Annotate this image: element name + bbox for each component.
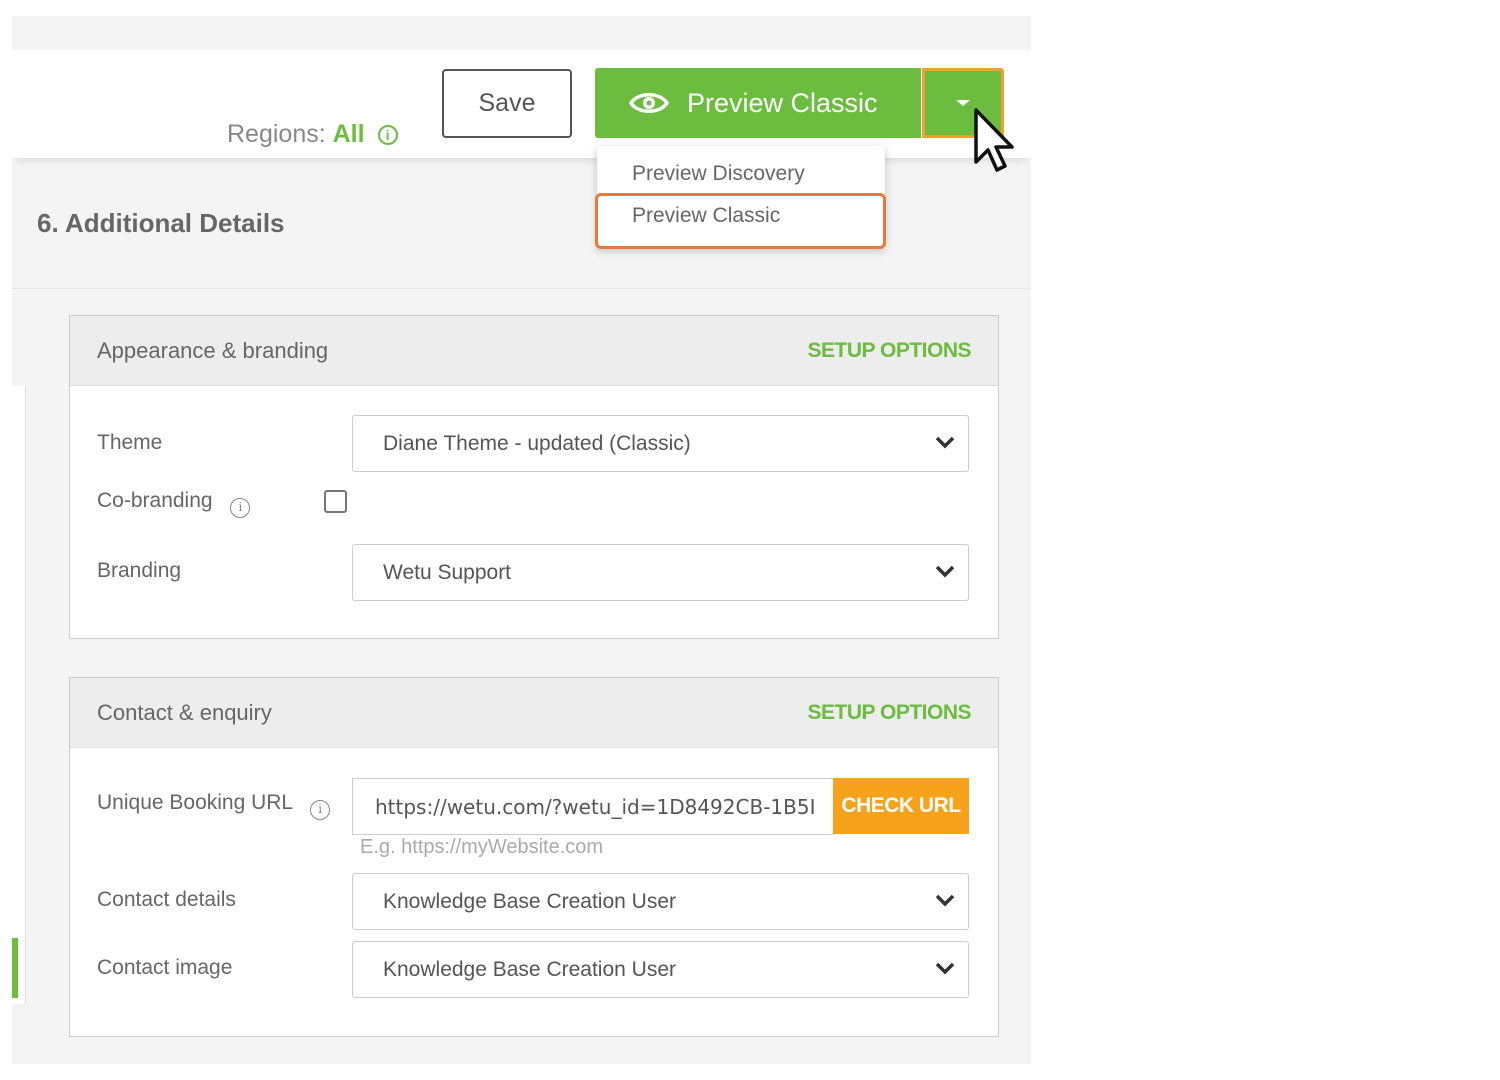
- check-url-button[interactable]: CHECK URL: [833, 778, 969, 834]
- chevron-down-icon: [935, 436, 955, 449]
- sidebar-active-indicator: [12, 938, 18, 998]
- booking-url-hint: E.g. https://myWebsite.com: [360, 836, 604, 858]
- cobranding-checkbox[interactable]: [324, 490, 347, 513]
- menu-item-preview-discovery[interactable]: Preview Discovery: [632, 162, 805, 186]
- info-icon[interactable]: i: [377, 125, 398, 145]
- regions-indicator: Regions: All i: [227, 120, 398, 149]
- booking-url-input[interactable]: https://wetu.com/?wetu_id=1D8492CB-1B5I: [352, 778, 834, 835]
- info-icon[interactable]: i: [230, 498, 251, 518]
- app-frame: Regions: All i Save Preview Classic Prev…: [12, 16, 1031, 1064]
- branding-label: Branding: [97, 559, 182, 582]
- preview-classic-label: Preview Classic: [687, 87, 878, 118]
- cobranding-label: Co-branding i: [97, 489, 251, 518]
- setup-options-link[interactable]: SETUP OPTIONS: [808, 339, 972, 363]
- appearance-branding-panel: Appearance & branding SETUP OPTIONS Them…: [69, 315, 999, 639]
- contact-enquiry-panel: Contact & enquiry SETUP OPTIONS Unique B…: [69, 677, 999, 1037]
- branding-select-value: Wetu Support: [383, 560, 512, 584]
- preview-dropdown-menu: Preview Discovery Preview Classic: [597, 146, 885, 248]
- top-toolbar: Regions: All i Save Preview Classic: [12, 50, 1031, 158]
- branding-select[interactable]: Wetu Support: [352, 544, 969, 601]
- menu-item-preview-classic[interactable]: Preview Classic: [632, 204, 780, 228]
- theme-label: Theme: [97, 431, 163, 454]
- panel-header: Appearance & branding SETUP OPTIONS: [70, 316, 998, 386]
- panel-header: Contact & enquiry SETUP OPTIONS: [70, 678, 998, 748]
- booking-url-label-text: Unique Booking URL: [97, 791, 293, 814]
- contact-details-select[interactable]: Knowledge Base Creation User: [352, 873, 969, 930]
- chevron-down-icon: [935, 894, 955, 907]
- mouse-cursor-icon: [974, 108, 1014, 172]
- regions-label: Regions:: [227, 120, 326, 148]
- theme-select-value: Diane Theme - updated (Classic): [383, 431, 691, 455]
- left-sidebar-edge: [12, 386, 26, 1004]
- divider: [12, 288, 1031, 289]
- contact-details-value: Knowledge Base Creation User: [383, 889, 676, 913]
- booking-url-label: Unique Booking URL i: [97, 791, 331, 820]
- caret-down-icon: [956, 100, 970, 106]
- theme-select[interactable]: Diane Theme - updated (Classic): [352, 415, 969, 472]
- contact-details-label: Contact details: [97, 888, 236, 911]
- contact-image-label: Contact image: [97, 956, 233, 979]
- panel-title: Appearance & branding: [97, 337, 329, 363]
- contact-image-value: Knowledge Base Creation User: [383, 957, 676, 981]
- contact-image-select[interactable]: Knowledge Base Creation User: [352, 941, 969, 998]
- info-icon[interactable]: i: [310, 800, 331, 820]
- eye-icon: [629, 93, 669, 113]
- section-title: 6. Additional Details: [37, 208, 285, 238]
- save-button[interactable]: Save: [442, 69, 572, 138]
- regions-value[interactable]: All: [333, 120, 365, 148]
- panel-title: Contact & enquiry: [97, 699, 272, 725]
- preview-classic-button[interactable]: Preview Classic: [595, 68, 921, 138]
- chevron-down-icon: [935, 565, 955, 578]
- chevron-down-icon: [935, 962, 955, 975]
- setup-options-link[interactable]: SETUP OPTIONS: [808, 701, 972, 725]
- cobranding-label-text: Co-branding: [97, 489, 213, 512]
